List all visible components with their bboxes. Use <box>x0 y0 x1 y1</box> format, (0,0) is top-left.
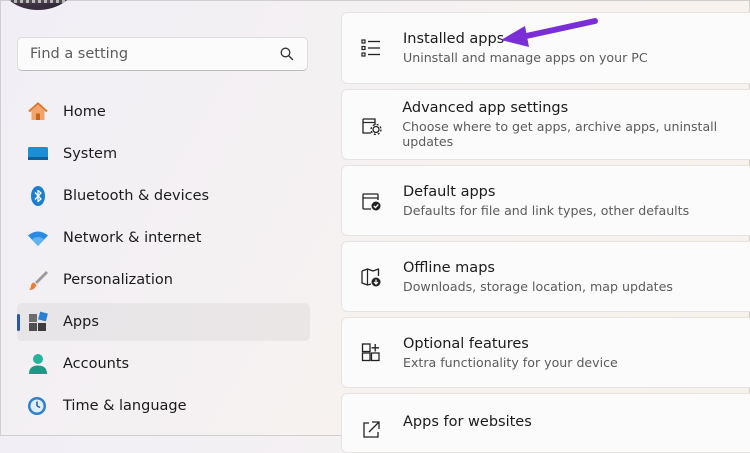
apps-for-websites-card[interactable]: Apps for websites <box>341 393 750 453</box>
sidebar-item-label: Bluetooth & devices <box>63 188 210 204</box>
sidebar-item-label: Personalization <box>63 272 173 288</box>
list-icon <box>359 36 383 60</box>
system-icon <box>26 142 50 166</box>
card-title: Default apps <box>403 183 496 200</box>
card-title: Offline maps <box>403 259 495 276</box>
app-settings-icon <box>359 113 382 137</box>
sidebar-item-label: System <box>63 146 118 162</box>
search-icon <box>280 47 294 61</box>
sidebar-item-bluetooth[interactable]: Bluetooth & devices <box>17 177 310 215</box>
sidebar-item-personalization[interactable]: Personalization <box>17 261 310 299</box>
sidebar-item-apps[interactable]: Apps <box>17 303 310 341</box>
user-avatar[interactable] <box>0 0 76 10</box>
advanced-app-settings-card[interactable]: Advanced app settings Choose where to ge… <box>341 89 750 160</box>
sidebar-item-time-language[interactable]: Time & language <box>17 387 310 425</box>
search-box[interactable]: Find a setting <box>17 37 308 71</box>
card-title: Advanced app settings <box>402 100 569 116</box>
map-download-icon <box>359 265 383 289</box>
home-icon <box>26 100 50 124</box>
bluetooth-icon <box>26 184 50 208</box>
sidebar-item-label: Apps <box>63 314 99 330</box>
sidebar-item-system[interactable]: System <box>17 135 310 173</box>
apps-icon <box>26 310 50 334</box>
sidebar-item-label: Accounts <box>63 356 130 372</box>
offline-maps-card[interactable]: Offline maps Downloads, storage location… <box>341 241 750 312</box>
clock-globe-icon <box>26 394 50 418</box>
sidebar-item-home[interactable]: Home <box>17 93 310 131</box>
search-input[interactable]: Find a setting <box>30 46 279 62</box>
card-subtitle: Defaults for file and link types, other … <box>403 202 690 218</box>
card-title: Optional features <box>403 335 529 352</box>
sidebar-item-accounts[interactable]: Accounts <box>17 345 310 383</box>
selected-indicator <box>17 314 20 331</box>
wifi-icon <box>26 226 50 250</box>
open-external-icon <box>359 418 383 442</box>
sidebar-item-label: Network & internet <box>63 230 202 246</box>
person-icon <box>26 352 50 376</box>
optional-features-icon <box>359 341 383 365</box>
card-title: Apps for websites <box>403 414 532 430</box>
default-apps-icon <box>359 189 383 213</box>
optional-features-card[interactable]: Optional features Extra functionality fo… <box>341 317 750 388</box>
default-apps-card[interactable]: Default apps Defaults for file and link … <box>341 165 750 236</box>
sidebar-nav: Home System Bluetooth & devices Network … <box>17 93 310 429</box>
card-subtitle: Downloads, storage location, map updates <box>403 278 673 294</box>
brush-icon <box>26 268 50 292</box>
annotation-arrow-icon <box>501 18 598 47</box>
sidebar-item-network[interactable]: Network & internet <box>17 219 310 257</box>
card-subtitle: Extra functionality for your device <box>403 354 618 370</box>
sidebar-item-label: Time & language <box>63 398 187 414</box>
card-subtitle: Choose where to get apps, archive apps, … <box>402 119 718 149</box>
sidebar-item-label: Home <box>63 104 106 120</box>
